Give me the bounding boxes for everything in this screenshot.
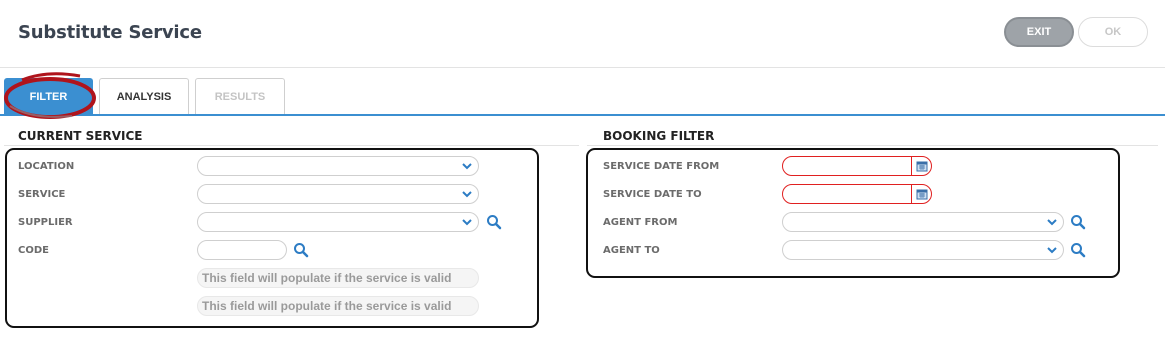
chevron-down-icon [462, 163, 472, 170]
calendar-icon[interactable] [911, 184, 931, 204]
page-title: Substitute Service [18, 22, 202, 43]
supplier-search-icon[interactable] [486, 214, 502, 230]
tab-results[interactable]: RESULTS [195, 78, 285, 114]
agent-from-search-icon[interactable] [1070, 214, 1086, 230]
service-date-from-label: SERVICE DATE FROM [603, 161, 720, 172]
supplier-select[interactable] [197, 212, 479, 232]
header-bar: Substitute Service EXIT OK [0, 0, 1165, 68]
chevron-down-icon [1047, 247, 1057, 254]
service-label: SERVICE [18, 189, 66, 200]
tab-bar: FILTER ANALYSIS RESULTS [0, 78, 1165, 116]
current-service-title: CURRENT SERVICE [18, 129, 143, 143]
service-info-field: This field will populate if the service … [197, 296, 479, 316]
code-search-icon[interactable] [293, 242, 309, 258]
chevron-down-icon [1047, 219, 1057, 226]
service-info-field: This field will populate if the service … [197, 268, 479, 288]
service-select[interactable] [197, 184, 479, 204]
supplier-label: SUPPLIER [18, 217, 73, 228]
booking-filter-title: BOOKING FILTER [603, 129, 715, 143]
chevron-down-icon [462, 219, 472, 226]
agent-to-label: AGENT TO [603, 245, 660, 256]
service-date-to-input[interactable] [782, 184, 932, 204]
service-date-from-input[interactable] [782, 156, 932, 176]
tab-analysis[interactable]: ANALYSIS [99, 78, 189, 114]
calendar-icon[interactable] [911, 156, 931, 176]
tab-filter[interactable]: FILTER [4, 78, 93, 114]
location-select[interactable] [197, 156, 479, 176]
ok-button[interactable]: OK [1078, 17, 1148, 47]
chevron-down-icon [462, 191, 472, 198]
code-input[interactable] [197, 240, 287, 260]
divider [4, 145, 579, 146]
location-label: LOCATION [18, 161, 75, 172]
agent-from-select[interactable] [782, 212, 1064, 232]
exit-button[interactable]: EXIT [1004, 17, 1074, 47]
code-label: CODE [18, 245, 49, 256]
service-date-to-label: SERVICE DATE TO [603, 189, 702, 200]
divider [587, 145, 1158, 146]
agent-to-search-icon[interactable] [1070, 242, 1086, 258]
agent-to-select[interactable] [782, 240, 1064, 260]
agent-from-label: AGENT FROM [603, 217, 678, 228]
